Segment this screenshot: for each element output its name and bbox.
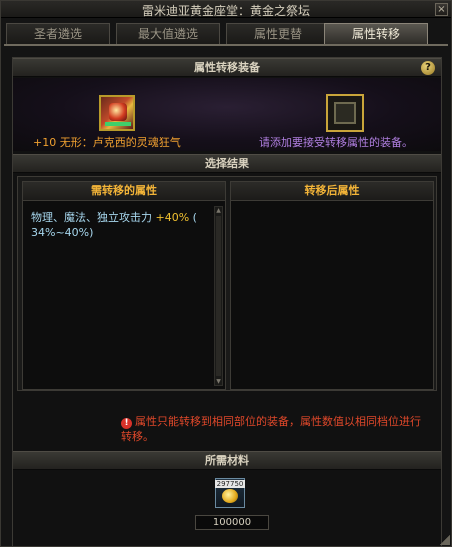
material-count: 100000 <box>195 515 269 530</box>
scroll-thumb[interactable] <box>216 216 221 376</box>
material-tag: 297750 <box>215 480 245 488</box>
materials-section-header: 所需材料 <box>13 451 441 470</box>
attribute-value: +40% <box>155 211 190 224</box>
result-section-header: 选择结果 <box>13 154 441 173</box>
source-attribute-entry[interactable]: 物理、魔法、独立攻击力 +40% ( 34%~40%) <box>31 210 209 240</box>
tab-saint-selection[interactable]: 圣者遴选 <box>6 23 110 44</box>
close-icon[interactable]: × <box>435 3 448 16</box>
source-scrollbar[interactable]: ▲ ▼ <box>214 206 223 386</box>
source-attribute-column: 需转移的属性 物理、魔法、独立攻击力 +40% ( 34%~40%) ▲ ▼ <box>22 181 226 390</box>
tab-divider <box>4 44 448 46</box>
main-panel: 属性转移装备 ? +10 无形：卢克西的灵魂狂气 请添加要接受转移属性的装备。 … <box>12 57 442 547</box>
transfer-warning: ! 属性只能转移到相同部位的装备，属性数值以相同档位进行转移。 <box>121 414 421 444</box>
tab-max-value-selection[interactable]: 最大值遴选 <box>116 23 220 44</box>
tab-attribute-replace[interactable]: 属性更替 <box>226 23 330 44</box>
tab-bar: 圣者遴选 最大值遴选 属性更替 属性转移 <box>6 23 446 44</box>
result-frame: 需转移的属性 物理、魔法、独立攻击力 +40% ( 34%~40%) ▲ ▼ 转… <box>17 176 437 391</box>
warning-text: 属性只能转移到相同部位的装备，属性数值以相同档位进行转移。 <box>121 415 421 443</box>
scroll-down-icon[interactable]: ▼ <box>215 378 222 385</box>
scroll-up-icon[interactable]: ▲ <box>215 207 222 214</box>
equipment-grade-bar <box>105 122 131 126</box>
source-equipment-slot[interactable] <box>99 95 135 131</box>
gold-material-slot[interactable]: 297750 <box>215 478 245 508</box>
window-title: 雷米迪亚黄金座堂：黄金之祭坛 <box>141 4 310 18</box>
tab-attribute-transfer[interactable]: 属性转移 <box>324 23 428 44</box>
resize-handle[interactable] <box>440 535 450 545</box>
target-equipment-slot[interactable] <box>326 94 364 132</box>
equip-section-title: 属性转移装备 <box>194 61 260 74</box>
result-attribute-column: 转移后属性 <box>230 181 434 390</box>
equip-area: +10 无形：卢克西的灵魂狂气 请添加要接受转移属性的装备。 <box>13 78 441 151</box>
equipment-icon <box>109 103 127 121</box>
attribute-name: 物理、魔法、独立攻击力 <box>31 211 152 224</box>
attribute-transfer-window: 雷米迪亚黄金座堂：黄金之祭坛 × 圣者遴选 最大值遴选 属性更替 属性转移 属性… <box>0 0 452 547</box>
result-attribute-title: 转移后属性 <box>231 182 433 201</box>
source-attribute-title: 需转移的属性 <box>23 182 225 201</box>
gold-coins-icon <box>222 489 238 503</box>
empty-slot-icon <box>334 102 356 124</box>
help-icon[interactable]: ? <box>421 61 435 75</box>
title-bar[interactable]: 雷米迪亚黄金座堂：黄金之祭坛 × <box>1 1 451 18</box>
warning-icon: ! <box>121 418 132 429</box>
equip-section-header: 属性转移装备 ? <box>13 58 441 77</box>
source-item-name: +10 无形：卢克西的灵魂狂气 <box>33 136 181 149</box>
target-hint: 请添加要接受转移属性的装备。 <box>259 136 413 149</box>
